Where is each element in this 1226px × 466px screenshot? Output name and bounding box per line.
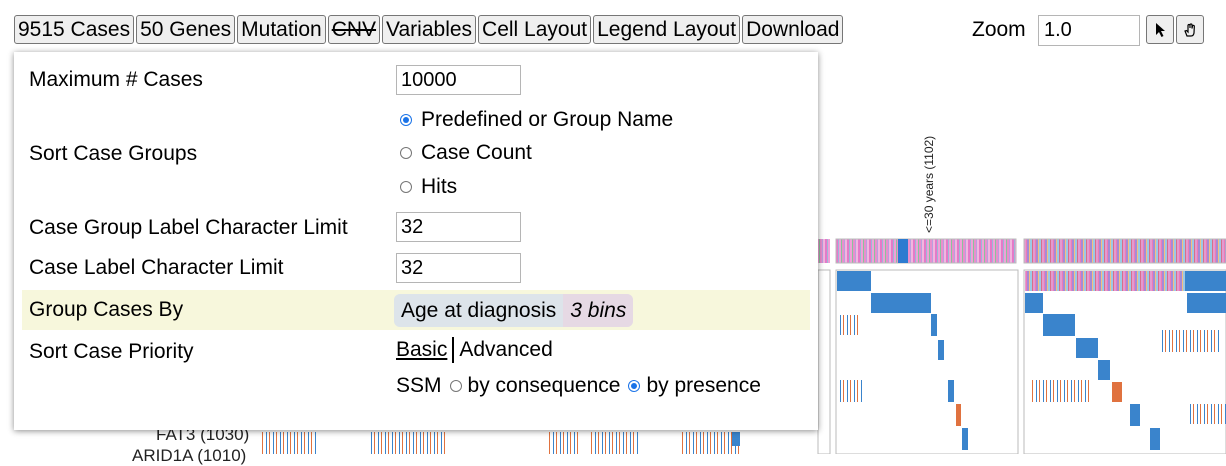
select-tool-button[interactable]	[1146, 15, 1174, 44]
gene-row-label: ARID1A (1010)	[132, 446, 247, 465]
genes-button[interactable]: 50 Genes	[136, 15, 236, 44]
radio-button[interactable]	[400, 114, 412, 126]
matrix-toolbar: 9515 Cases 50 Genes Mutation CNV Variabl…	[14, 15, 844, 46]
sort-case-groups-label: Sort Case Groups	[29, 142, 198, 165]
tab-basic[interactable]: Basic	[396, 338, 447, 362]
pan-tool-button[interactable]	[1176, 15, 1204, 44]
sort-option-label: Case Count	[421, 141, 532, 164]
age-group-label: <=30 years (1102)	[922, 135, 936, 233]
cell-layout-button[interactable]: Cell Layout	[478, 15, 592, 44]
hand-icon	[1184, 22, 1195, 37]
ssm-presence-label[interactable]: by presence	[646, 374, 760, 398]
group-label-limit-input[interactable]	[396, 212, 521, 242]
max-cases-label: Maximum # Cases	[29, 68, 203, 91]
ssm-sort-options: SSM by consequence by presence	[396, 374, 761, 398]
variables-button[interactable]: Variables	[382, 15, 477, 44]
sort-option-case-count[interactable]: Case Count	[400, 141, 532, 165]
ssm-consequence-radio[interactable]	[449, 380, 462, 392]
max-cases-input[interactable]	[396, 65, 521, 95]
ssm-label: SSM	[396, 374, 442, 397]
legend-layout-button[interactable]: Legend Layout	[593, 15, 741, 44]
sort-option-label: Predefined or Group Name	[421, 108, 674, 131]
zoom-input[interactable]	[1038, 15, 1140, 46]
group-by-bins[interactable]: 3 bins	[563, 294, 634, 327]
case-settings-menu: Maximum # Cases Sort Case Groups Predefi…	[14, 52, 818, 430]
radio-button[interactable]	[400, 147, 412, 159]
group-by-term-pill[interactable]: Age at diagnosis 3 bins	[394, 294, 634, 327]
download-button[interactable]: Download	[742, 15, 844, 44]
group-by-term: Age at diagnosis	[401, 298, 557, 322]
sort-option-label: Hits	[421, 175, 458, 198]
ssm-presence-radio[interactable]	[628, 380, 641, 392]
tab-separator	[452, 337, 455, 363]
ssm-consequence-label[interactable]: by consequence	[468, 374, 621, 398]
cnv-label: CNV	[331, 18, 377, 41]
group-label-limit-label: Case Group Label Character Limit	[29, 216, 348, 239]
cases-button[interactable]: 9515 Cases	[14, 15, 135, 44]
sort-priority-tabs: Basic Advanced	[396, 337, 553, 363]
zoom-label: Zoom	[972, 18, 1026, 41]
mutation-button[interactable]: Mutation	[237, 15, 326, 44]
radio-button[interactable]	[400, 181, 412, 193]
sort-option-predefined[interactable]: Predefined or Group Name	[400, 108, 673, 132]
group-cases-by-label: Group Cases By	[29, 298, 184, 321]
cnv-button[interactable]: CNV	[327, 15, 381, 44]
case-label-limit-input[interactable]	[396, 253, 521, 283]
cursor-icon	[1156, 22, 1165, 37]
case-label-limit-label: Case Label Character Limit	[29, 256, 284, 279]
tab-advanced[interactable]: Advanced	[459, 338, 552, 362]
sort-case-priority-label: Sort Case Priority	[29, 340, 194, 363]
group-cases-by-row: Group Cases By Age at diagnosis 3 bins	[22, 290, 810, 330]
sort-option-hits[interactable]: Hits	[400, 175, 457, 199]
